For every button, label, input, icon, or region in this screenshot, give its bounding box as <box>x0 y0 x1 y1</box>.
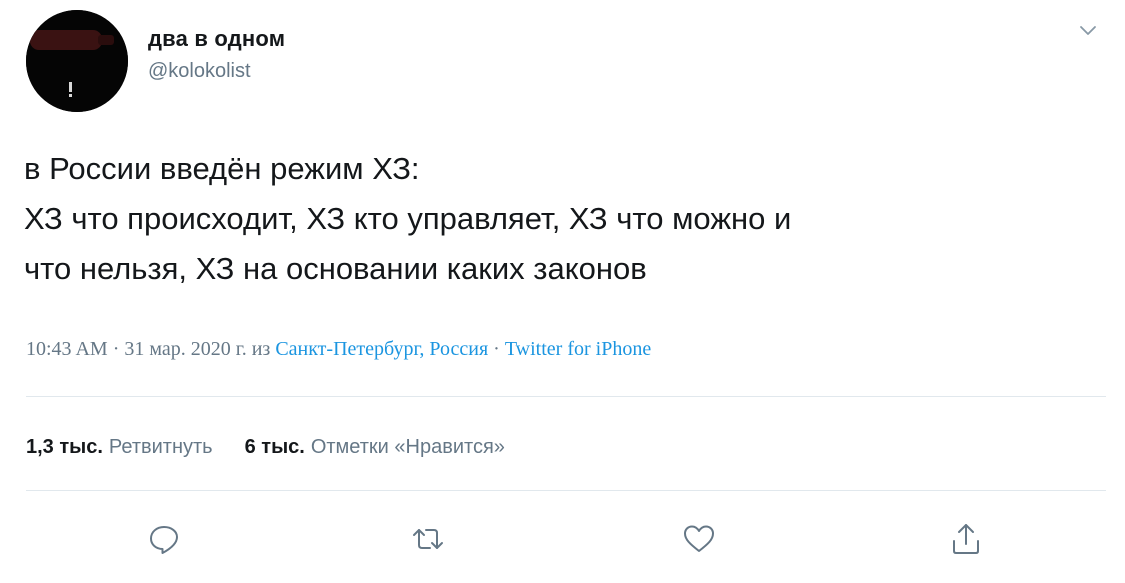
retweets-count: 1,3 тыс. <box>26 436 103 458</box>
divider <box>26 396 1106 397</box>
engagement-stats: 1,3 тыс. Ретвитнуть 6 тыс. Отметки «Нравитс… <box>26 436 505 459</box>
likes-stat[interactable]: 6 тыс. Отметки «Нравится» <box>245 436 505 458</box>
author-name[interactable]: два в одном <box>148 26 285 52</box>
retweets-stat[interactable]: 1,3 тыс. Ретвитнуть <box>26 436 213 458</box>
tweet-text-line: что нельзя, ХЗ на основании каких законо… <box>24 251 647 286</box>
author-handle[interactable]: @kolokolist <box>148 60 251 83</box>
avatar[interactable] <box>26 10 128 112</box>
tweet-text-line: в России введён режим ХЗ: <box>24 151 420 186</box>
meta-from: из <box>246 338 276 360</box>
tweet-date[interactable]: 31 мар. 2020 г. <box>124 338 246 360</box>
reply-icon[interactable] <box>147 522 181 556</box>
meta-separator: · <box>488 338 505 360</box>
chevron-down-icon[interactable] <box>1078 24 1098 38</box>
meta-separator: · <box>107 338 125 360</box>
tweet-text: в России введён режим ХЗ: ХЗ что происхо… <box>24 144 1114 294</box>
location-link[interactable]: Санкт-Петербург, Россия <box>275 338 488 360</box>
retweets-label: Ретвитнуть <box>108 436 213 458</box>
tweet-text-line: ХЗ что происходит, ХЗ кто управляет, ХЗ … <box>24 201 792 236</box>
heart-icon[interactable] <box>682 522 716 556</box>
share-icon[interactable] <box>949 522 983 556</box>
likes-count: 6 тыс. <box>244 436 305 458</box>
likes-label: Отметки «Нравится» <box>310 436 505 458</box>
source-link[interactable]: Twitter for iPhone <box>505 338 651 360</box>
avatar-image <box>26 10 128 112</box>
tweet-meta: 10:43 AM · 31 мар. 2020 г. из Санкт-Пете… <box>26 338 651 361</box>
retweet-icon[interactable] <box>411 522 445 556</box>
tweet-card: два в одном @kolokolist в России введён … <box>0 0 1125 583</box>
tweet-time[interactable]: 10:43 AM <box>26 338 108 360</box>
divider <box>26 490 1106 491</box>
